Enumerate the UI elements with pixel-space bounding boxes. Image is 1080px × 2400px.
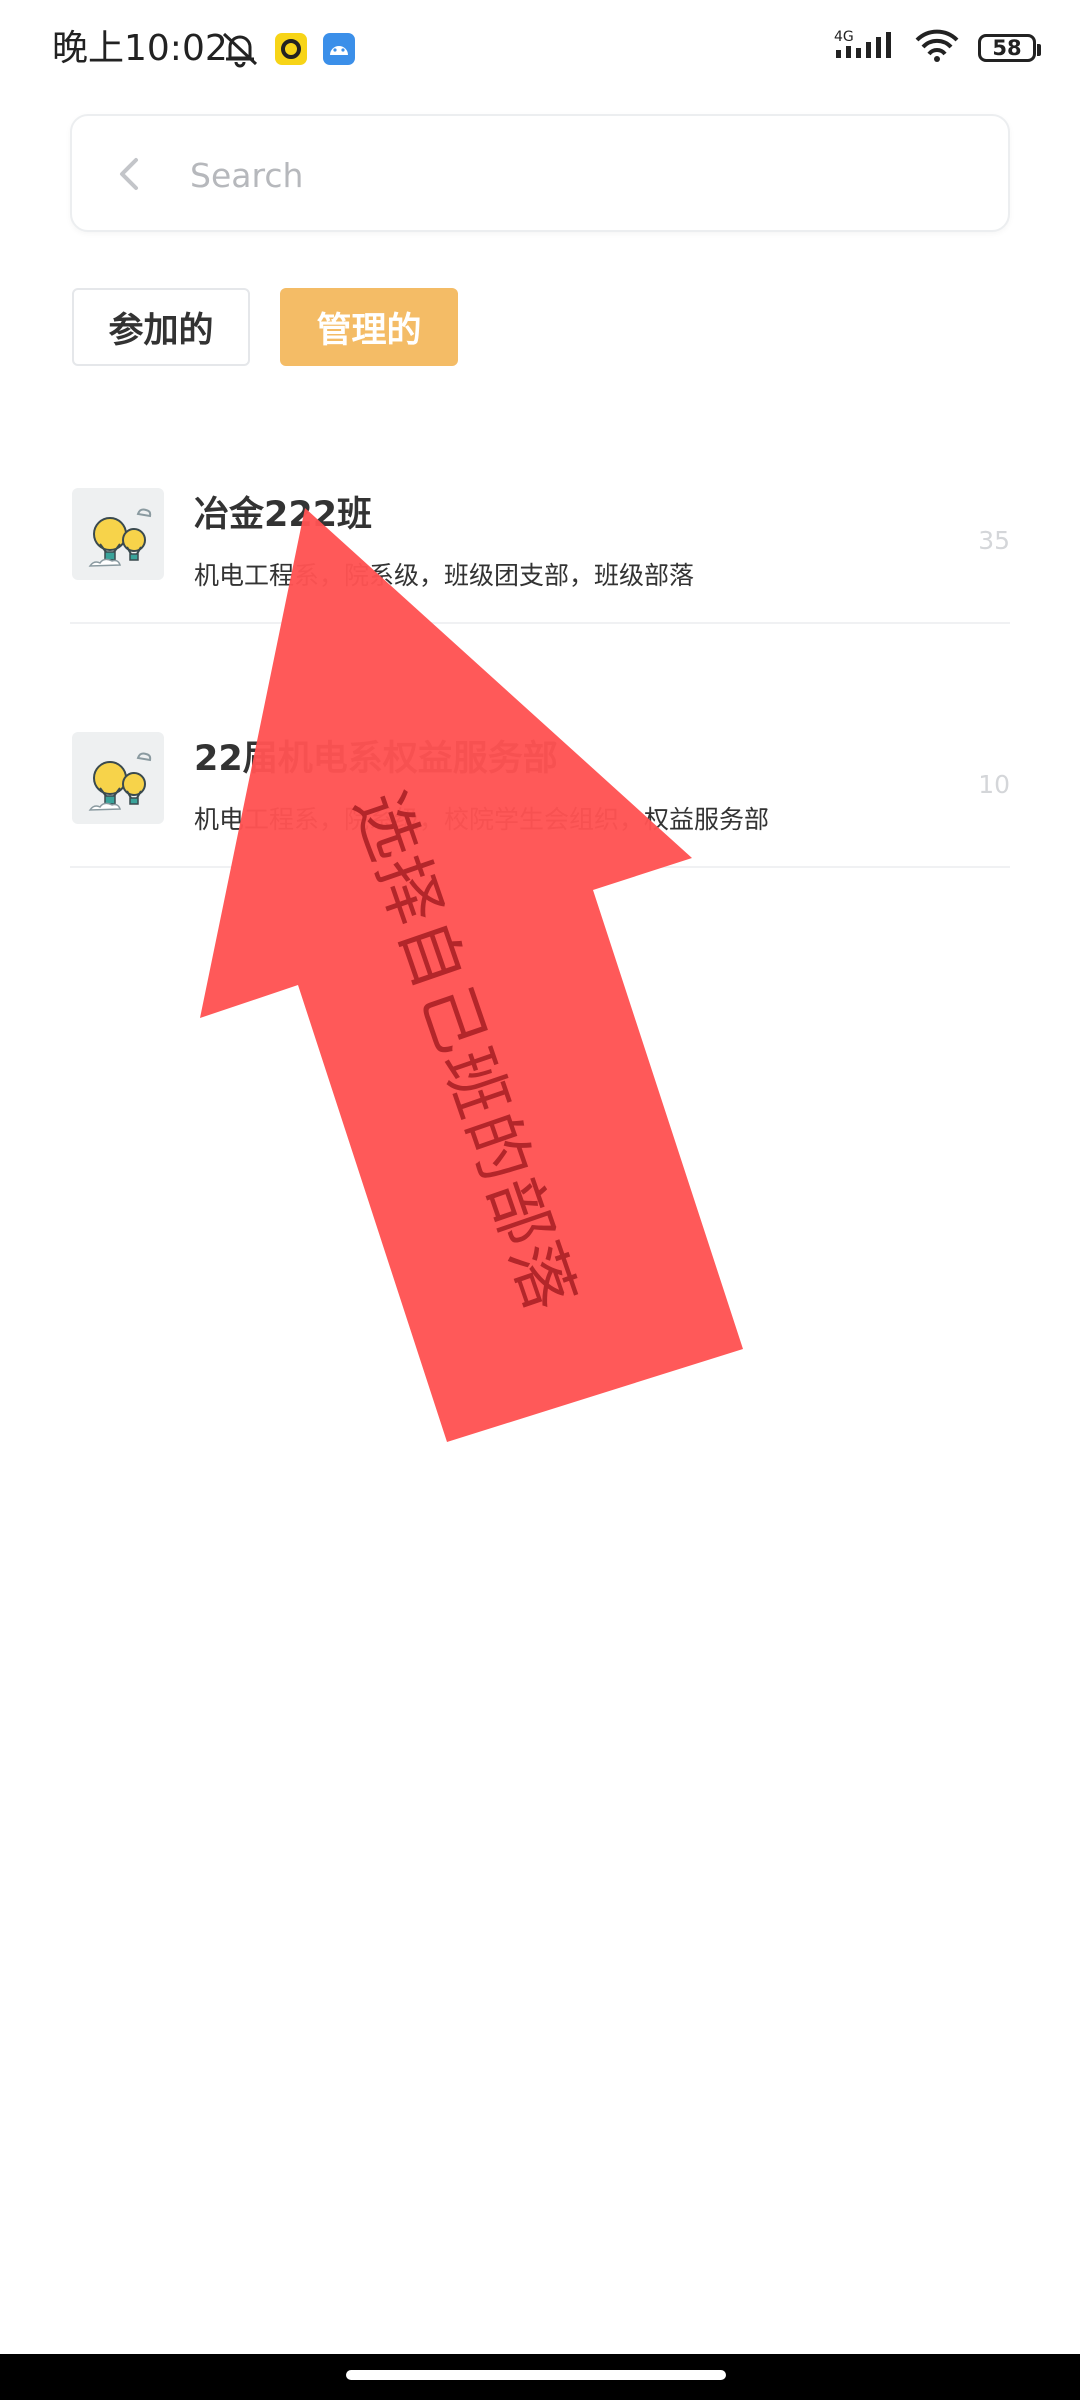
status-bar: 晚上10:02 4G 58 bbox=[0, 0, 1080, 100]
back-chevron-icon[interactable] bbox=[112, 156, 148, 192]
tribe-list-item[interactable]: 冶金222班 机电工程系，院系级，班级团支部，班级部落 35 bbox=[70, 448, 1010, 624]
divider bbox=[70, 622, 1010, 624]
status-time: 晚上10:02 bbox=[52, 28, 228, 69]
mute-bell-icon bbox=[220, 30, 260, 72]
network-type: 4G bbox=[834, 29, 854, 45]
signal-icon: 4G bbox=[834, 28, 896, 68]
hot-air-balloon-icon bbox=[72, 732, 164, 824]
search-input[interactable] bbox=[188, 144, 952, 206]
home-indicator[interactable] bbox=[346, 2370, 726, 2380]
tribe-member-count: 35 bbox=[978, 526, 1010, 555]
status-right-icons: 4G 58 bbox=[834, 28, 1041, 68]
app-notification-icon bbox=[274, 32, 308, 70]
tribe-list-item[interactable]: 22届机电系权益服务部 机电工程系，院系级，校院学生会组织，权益服务部 10 bbox=[70, 692, 1010, 868]
android-icon bbox=[322, 32, 356, 70]
tribe-tags: 机电工程系，院系级，班级团支部，班级部落 bbox=[194, 561, 695, 590]
divider bbox=[70, 866, 1010, 868]
tribe-name: 22届机电系权益服务部 bbox=[194, 739, 558, 779]
system-nav-bar bbox=[0, 2354, 1080, 2400]
wifi-icon bbox=[914, 28, 960, 68]
search-bar bbox=[70, 114, 1010, 232]
status-left-icons bbox=[220, 30, 356, 72]
hot-air-balloon-icon bbox=[72, 488, 164, 580]
tribe-name: 冶金222班 bbox=[194, 495, 373, 535]
tribe-tags: 机电工程系，院系级，校院学生会组织，权益服务部 bbox=[194, 805, 770, 834]
tribe-member-count: 10 bbox=[978, 770, 1010, 799]
battery-icon: 58 bbox=[978, 34, 1041, 62]
tab-joined[interactable]: 参加的 bbox=[72, 288, 250, 366]
tab-managed[interactable]: 管理的 bbox=[280, 288, 458, 366]
